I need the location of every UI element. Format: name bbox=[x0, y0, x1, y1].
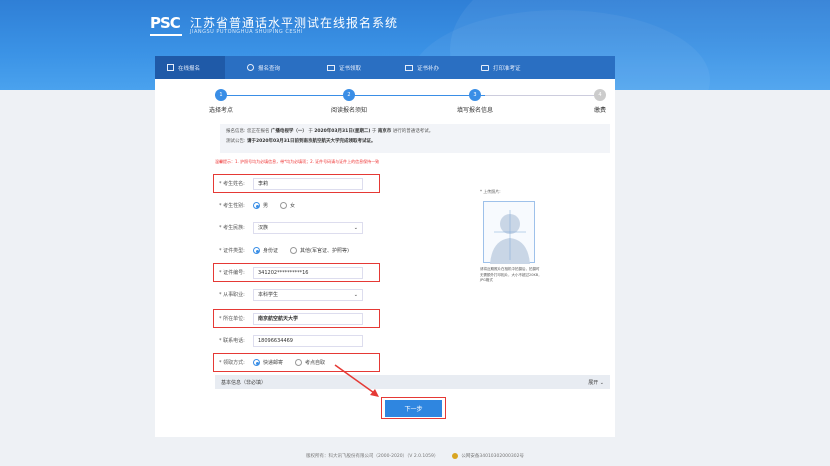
step-dot-3: 3 bbox=[469, 89, 481, 101]
registration-panel: 1 2 3 4 选择考点 阅读报名须知 填写报名信息 缴费 报名信息: 您正在报… bbox=[155, 79, 615, 437]
ethnicity-row: * 考生民族: 汉族 ⌄ bbox=[215, 219, 363, 236]
step-dot-4: 4 bbox=[594, 89, 606, 101]
step-label-4: 缴费 bbox=[593, 107, 606, 114]
phone-field[interactable]: 18096634469 bbox=[253, 334, 363, 347]
certificate-icon bbox=[327, 64, 335, 71]
copyright-text: 版权所有：科大讯飞股份有限公司（2000-2020）（V 2.0.1059） bbox=[306, 454, 439, 459]
nav-label: 报名查询 bbox=[258, 65, 281, 72]
radio-selected-icon bbox=[253, 202, 260, 209]
nav-label: 在线报名 bbox=[178, 65, 201, 72]
main-nav: 在线报名 报名查询 证书领取 证书补办 打印准考证 bbox=[155, 56, 615, 79]
photo-tip: 请将近期照片在相机中拍摄后，拍摄时无需额外打印相片，大小不超过20KB，JPG格… bbox=[480, 267, 542, 282]
id-type-idcard-radio[interactable]: 身份证 bbox=[253, 247, 278, 254]
photo-upload[interactable] bbox=[483, 201, 535, 264]
occupation-row: * 从事职业: 本科学生 ⌄ bbox=[215, 286, 363, 303]
id-type-row: * 证件类型: 身份证 其他(军官证、护照等) bbox=[215, 242, 361, 259]
highlight-box bbox=[213, 353, 380, 372]
ethnicity-select[interactable]: 汉族 ⌄ bbox=[253, 221, 363, 234]
progress-steps: 1 2 3 4 选择考点 阅读报名须知 填写报名信息 缴费 bbox=[155, 87, 615, 115]
nav-certificate-collect[interactable]: 证书领取 bbox=[315, 56, 385, 79]
phone-row: * 联系电话: 18096634469 bbox=[215, 332, 363, 349]
info-line-1: 报名信息: 您正在报名 广播电视学（一） 于 2020年03月31日(星期二) … bbox=[226, 129, 434, 134]
nav-print-admission[interactable]: 打印准考证 bbox=[469, 56, 549, 79]
highlight-box bbox=[213, 263, 380, 282]
gender-label: * 考生性别: bbox=[219, 203, 245, 209]
police-emblem-icon bbox=[452, 453, 459, 459]
logo-text: PSC bbox=[150, 14, 181, 32]
footer: 版权所有：科大讯飞股份有限公司（2000-2020）（V 2.0.1059） 公… bbox=[0, 446, 830, 466]
search-icon bbox=[247, 64, 254, 71]
ethnicity-label: * 考生民族: bbox=[219, 225, 245, 231]
next-button[interactable]: 下一步 bbox=[385, 400, 442, 417]
step-label-2: 阅读报名须知 bbox=[330, 107, 367, 114]
radio-selected-icon bbox=[253, 247, 260, 254]
step-dot-1: 1 bbox=[215, 89, 227, 101]
photo-label: * 上传照片: bbox=[480, 189, 501, 194]
registration-info: 报名信息: 您正在报名 广播电视学（一） 于 2020年03月31日(星期二) … bbox=[220, 124, 610, 153]
chevron-down-icon: ⌄ bbox=[599, 379, 604, 386]
step-line-pending bbox=[485, 95, 595, 96]
occupation-label: * 从事职业: bbox=[219, 292, 245, 298]
printer-icon bbox=[481, 64, 489, 71]
nav-registration-query[interactable]: 报名查询 bbox=[235, 56, 305, 79]
radio-icon bbox=[280, 202, 288, 209]
nav-label: 证书补办 bbox=[417, 65, 440, 72]
nav-label: 证书领取 bbox=[339, 65, 362, 72]
occupation-select[interactable]: 本科学生 ⌄ bbox=[253, 288, 363, 301]
warning-text: 温馨提示：1. 护照号均为必填信息，带*均为必填项；2. 证件号码请与证件上的信… bbox=[215, 159, 380, 164]
step-label-1: 选择考点 bbox=[208, 107, 233, 114]
gender-female-radio[interactable]: 女 bbox=[280, 202, 295, 209]
gender-male-radio[interactable]: 男 bbox=[253, 202, 268, 209]
certificate-reissue-icon bbox=[405, 64, 413, 71]
step-label-3: 填写报名信息 bbox=[456, 107, 493, 114]
highlight-box bbox=[213, 174, 380, 193]
chevron-down-icon: ⌄ bbox=[353, 224, 358, 231]
police-record[interactable]: 公网安备34010302000302号 bbox=[452, 453, 524, 459]
id-type-label: * 证件类型: bbox=[219, 248, 245, 254]
avatar-placeholder-icon bbox=[490, 210, 530, 264]
basic-info-bar[interactable]: 基本信息（非必填） 展开 ⌄ bbox=[215, 375, 610, 389]
id-type-other-radio[interactable]: 其他(军官证、护照等) bbox=[290, 247, 349, 254]
nav-online-registration[interactable]: 在线报名 bbox=[155, 56, 225, 79]
info-line-2: 测试公告: 请于2020年03月31日前到南京航空航天大学完成领取考试证。 bbox=[226, 139, 376, 144]
nav-label: 打印准考证 bbox=[493, 65, 521, 72]
edit-icon bbox=[167, 64, 174, 71]
expand-toggle[interactable]: 展开 ⌄ bbox=[588, 379, 604, 386]
chevron-down-icon: ⌄ bbox=[353, 291, 358, 298]
site-title-en: JIANGSU PUTONGHUA SHUIPING CESHI bbox=[190, 29, 303, 35]
basic-info-label: 基本信息（非必填） bbox=[221, 379, 267, 386]
nav-certificate-reissue[interactable]: 证书补办 bbox=[393, 56, 463, 79]
psc-logo: PSC bbox=[150, 14, 184, 36]
gender-row: * 考生性别: 男 女 bbox=[215, 197, 307, 214]
radio-icon bbox=[290, 247, 298, 254]
phone-label: * 联系电话: bbox=[219, 338, 245, 344]
step-dot-2: 2 bbox=[343, 89, 355, 101]
highlight-box bbox=[213, 309, 380, 328]
